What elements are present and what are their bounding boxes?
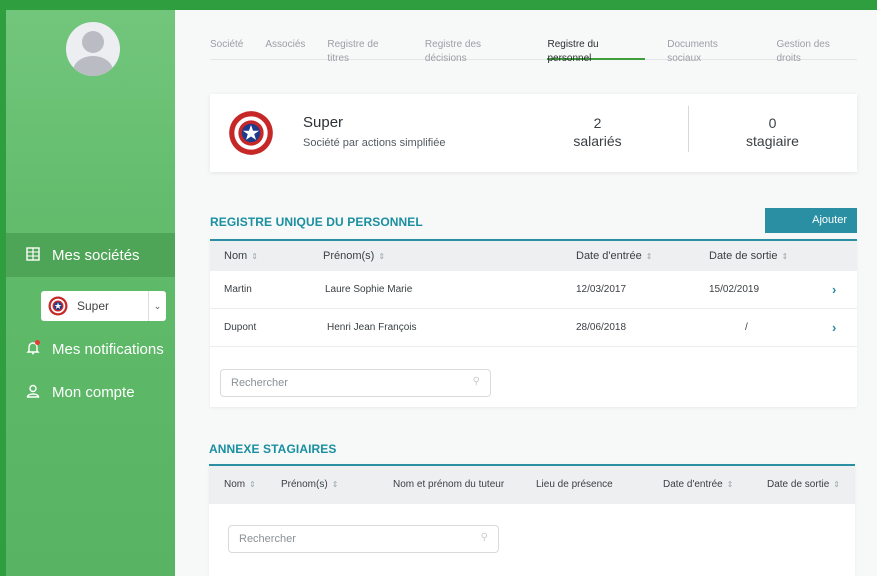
sort-icon[interactable]: ⇕ <box>833 480 840 489</box>
col-header-date-sortie[interactable]: Date de sortie ⇕ <box>709 241 788 272</box>
app-frame: Mes sociétés Super ⌄ Mes notifications M… <box>0 0 877 576</box>
tab-bar: Société Associés Registre de titres Regi… <box>210 38 857 64</box>
tab-documents-sociaux[interactable]: Documents sociaux <box>667 38 754 64</box>
tab-associes[interactable]: Associés <box>265 38 305 60</box>
sidebar-item-label: Mon compte <box>52 383 135 401</box>
company-type: Société par actions simplifiée <box>303 137 446 149</box>
col-header-nom[interactable]: Nom ⇕ <box>224 466 256 504</box>
employees-label: salariés <box>573 133 622 149</box>
sidebar-item-label: Mes sociétés <box>52 246 140 264</box>
employees-stat: 2 salariés <box>550 115 645 149</box>
tab-societe[interactable]: Société <box>210 38 243 60</box>
personnel-search-input[interactable] <box>221 370 490 396</box>
user-avatar[interactable] <box>66 22 120 76</box>
notification-dot <box>35 339 40 345</box>
personnel-section-title: REGISTRE UNIQUE DU PERSONNEL <box>210 215 423 229</box>
cell-prenom: Laure Sophie Marie <box>325 284 413 295</box>
interns-table: Nom ⇕ Prénom(s) ⇕ Nom et prénom du tuteur … <box>209 464 855 576</box>
company-name: Super <box>303 114 344 131</box>
interns-stat: 0 stagiaire <box>725 115 820 149</box>
col-header-date-sortie[interactable]: Date de sortie ⇕ <box>767 466 840 504</box>
interns-label: stagiaire <box>746 133 799 149</box>
cell-date-sortie: / <box>745 322 748 333</box>
cell-nom: Martin <box>224 284 252 295</box>
cell-date-entree: 28/06/2018 <box>576 322 627 333</box>
col-header-date-entree[interactable]: Date d'entrée ⇕ <box>663 466 733 504</box>
col-header-prenom[interactable]: Prénom(s) ⇕ <box>323 241 385 272</box>
col-header-nom[interactable]: Nom ⇕ <box>224 241 258 272</box>
sidebar-item-mon-compte[interactable]: Mon compte <box>6 370 175 414</box>
interns-section-title: ANNEXE STAGIAIRES <box>209 442 337 456</box>
interns-search[interactable]: ⚲ <box>228 525 499 553</box>
sidebar-item-mes-societes[interactable]: Mes sociétés <box>6 233 175 277</box>
sidebar-item-mes-notifications[interactable]: Mes notifications <box>6 327 175 371</box>
sort-icon[interactable]: ⇕ <box>251 252 258 261</box>
company-select-value: Super <box>77 299 110 313</box>
tab-registre-titres[interactable]: Registre de titres <box>327 38 403 64</box>
tab-registre-decisions[interactable]: Registre des décisions <box>425 38 526 64</box>
card-divider <box>688 106 689 152</box>
cell-date-entree: 12/03/2017 <box>576 284 627 295</box>
user-icon <box>24 384 42 401</box>
avatar-head <box>82 31 104 53</box>
sidebar: Mes sociétés Super ⌄ Mes notifications M… <box>6 10 175 576</box>
main-content: Société Associés Registre de titres Regi… <box>175 10 877 576</box>
chevron-down-icon[interactable]: ⌄ <box>148 291 166 321</box>
avatar-body <box>73 56 113 76</box>
chevron-right-icon[interactable]: › <box>832 271 836 309</box>
cell-prenom: Henri Jean François <box>327 322 417 333</box>
personnel-search[interactable]: ⚲ <box>220 369 491 397</box>
tab-gestion-droits[interactable]: Gestion des droits <box>776 38 857 64</box>
cell-date-sortie: 15/02/2019 <box>709 284 760 295</box>
col-header-lieu[interactable]: Lieu de présence <box>536 466 613 504</box>
sort-icon[interactable]: ⇕ <box>646 252 653 261</box>
company-select[interactable]: Super ⌄ <box>41 291 166 321</box>
col-header-date-entree[interactable]: Date d'entrée ⇕ <box>576 241 652 272</box>
search-icon: ⚲ <box>472 376 480 387</box>
personnel-table: Nom ⇕ Prénom(s) ⇕ Date d'entrée ⇕ Date de s… <box>210 239 857 407</box>
table-row[interactable]: Martin Laure Sophie Marie 12/03/2017 15/… <box>210 271 857 309</box>
table-row[interactable]: Dupont Henri Jean François 28/06/2018 / … <box>210 309 857 347</box>
tab-registre-personnel[interactable]: Registre du personnel <box>547 38 646 64</box>
sort-icon[interactable]: ⇕ <box>781 252 788 261</box>
cell-nom: Dupont <box>224 322 257 333</box>
table-header: Nom ⇕ Prénom(s) ⇕ Date d'entrée ⇕ Date de s… <box>210 241 857 271</box>
interns-count: 0 <box>768 115 777 131</box>
sidebar-item-label: Mes notifications <box>52 340 164 358</box>
bell-icon <box>24 339 42 358</box>
sort-icon[interactable]: ⇕ <box>727 480 734 489</box>
sort-icon[interactable]: ⇕ <box>332 480 339 489</box>
interns-search-input[interactable] <box>229 526 498 552</box>
chevron-right-icon[interactable]: › <box>832 309 836 347</box>
col-header-tuteur[interactable]: Nom et prénom du tuteur <box>393 466 504 504</box>
company-summary-card: Super Société par actions simplifiée 2 s… <box>210 94 857 172</box>
shield-star-icon <box>48 296 68 316</box>
col-header-prenom[interactable]: Prénom(s) ⇕ <box>281 466 338 504</box>
sort-icon[interactable]: ⇕ <box>249 480 256 489</box>
search-icon: ⚲ <box>480 532 488 543</box>
table-header: Nom ⇕ Prénom(s) ⇕ Nom et prénom du tuteur … <box>209 466 855 504</box>
shield-star-icon <box>229 111 273 155</box>
building-icon <box>24 246 42 264</box>
sort-icon[interactable]: ⇕ <box>378 252 385 261</box>
add-employee-button[interactable]: Ajouter <box>765 208 857 233</box>
employees-count: 2 <box>593 115 602 131</box>
